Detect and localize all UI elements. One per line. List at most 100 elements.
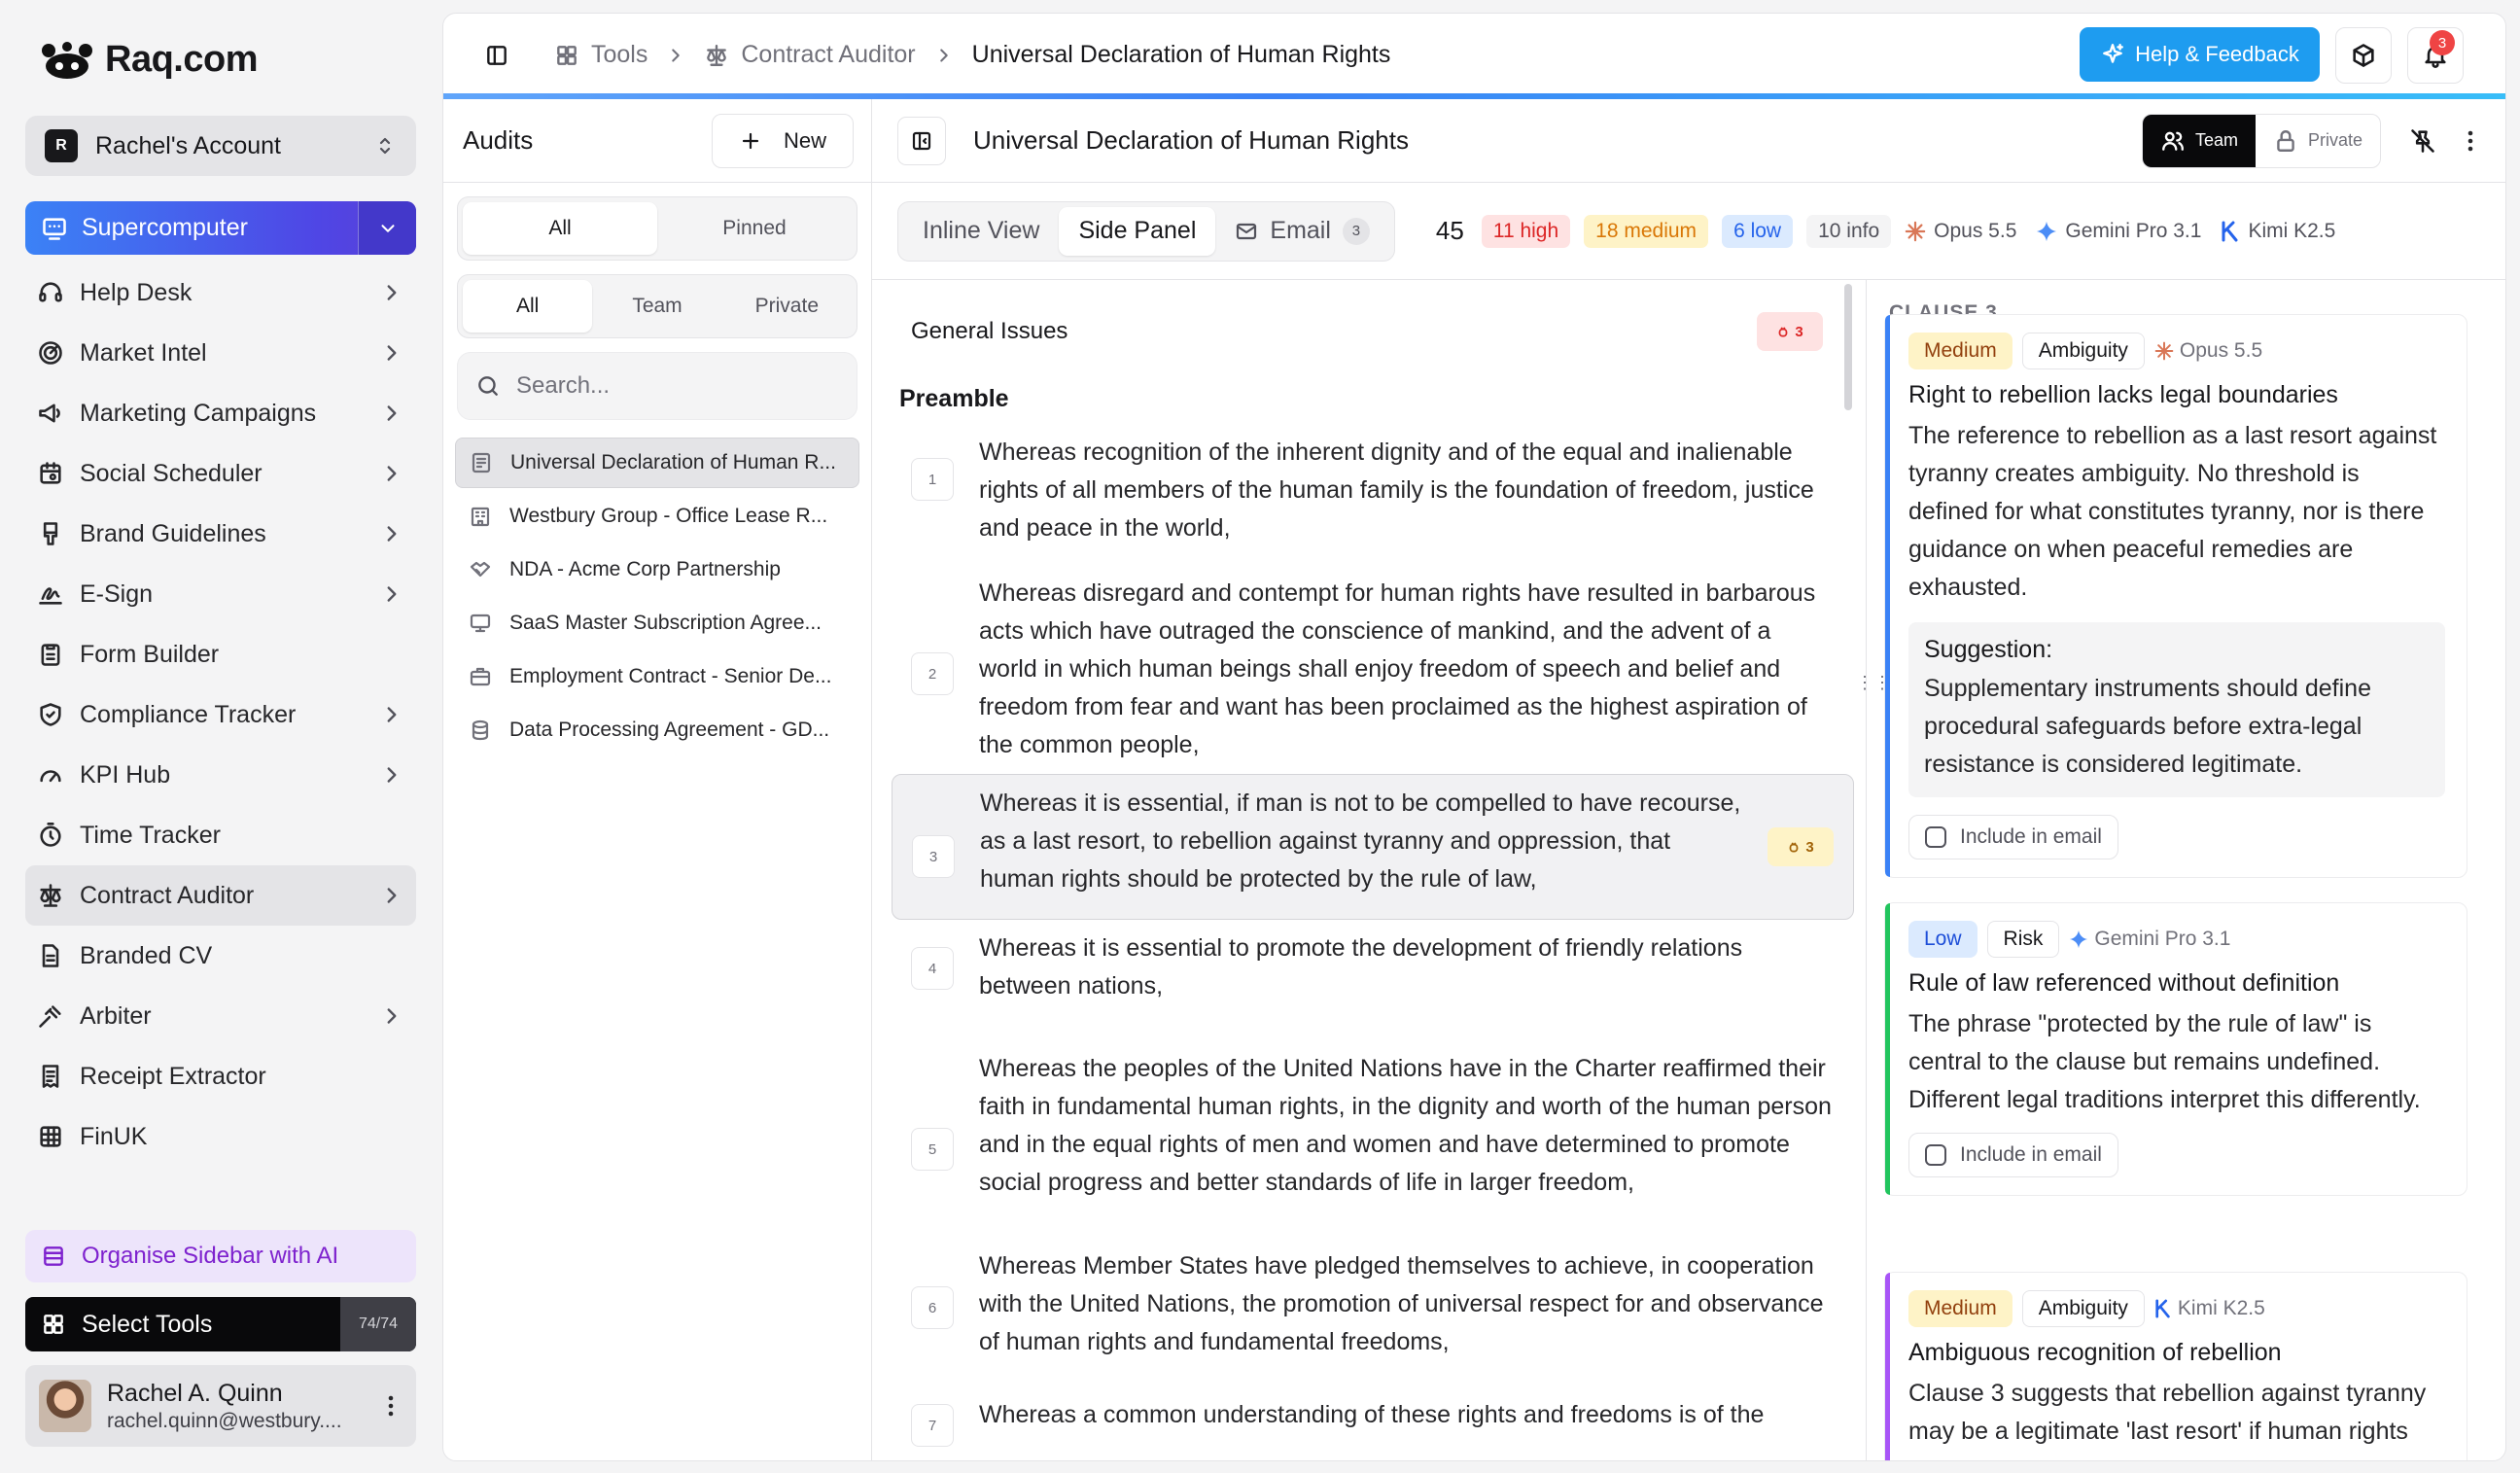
headset-icon [39, 282, 62, 302]
clause-row[interactable]: 5 Whereas the peoples of the United Natio… [892, 1040, 1854, 1211]
high-count[interactable]: 11 high [1481, 214, 1571, 248]
sidebar-item-help-desk[interactable]: Help Desk [25, 263, 416, 323]
clause-row[interactable]: 2 Whereas disregard and contempt for huma… [892, 565, 1854, 774]
sidebar-toggle-icon[interactable] [484, 43, 509, 68]
sidebar-item-market-intel[interactable]: Market Intel [25, 323, 416, 383]
sidebar-item-receipt-extractor[interactable]: Receipt Extractor [25, 1046, 416, 1106]
issue-model: Gemini Pro 3.1 [2069, 928, 2230, 951]
sidebar-item-label: Arbiter [80, 1001, 152, 1030]
clause-row[interactable]: 4 Whereas it is essential to promote the … [892, 920, 1854, 1015]
audit-list-item[interactable]: Data Processing Agreement - GD... [455, 705, 859, 755]
help-feedback-label: Help & Feedback [2135, 42, 2299, 66]
list-sparkle-icon [44, 1246, 63, 1266]
audit-list-item[interactable]: SaaS Master Subscription Agree... [455, 598, 859, 649]
severity-bar [1885, 1273, 1890, 1460]
tab-inline-view[interactable]: Inline View [903, 207, 1059, 256]
clause-scrollbar[interactable] [1844, 284, 1852, 410]
filter-pinned[interactable]: Pinned [657, 202, 852, 255]
sidebar-item-branded-cv[interactable]: Branded CV [25, 926, 416, 986]
notifications-button[interactable]: 3 [2407, 27, 2464, 84]
organise-sidebar-button[interactable]: Organise Sidebar with AI [25, 1230, 416, 1282]
select-tools-button[interactable]: Select Tools 74/74 [25, 1297, 416, 1351]
general-issues-badge[interactable]: 3 [1757, 312, 1823, 351]
collapse-panel-button[interactable] [897, 116, 946, 165]
filter-all[interactable]: All [463, 202, 657, 255]
users-icon [2162, 131, 2184, 151]
more-vertical-icon[interactable] [2459, 126, 2482, 156]
clause-row[interactable]: 1 Whereas recognition of the inherent dig… [892, 424, 1854, 557]
scale-icon [707, 44, 727, 66]
tab-email[interactable]: Email 3 [1215, 207, 1389, 256]
low-count[interactable]: 6 low [1722, 214, 1794, 248]
scope-team[interactable]: Team [592, 280, 721, 333]
breadcrumb-contract-auditor[interactable]: Contract Auditor [704, 41, 916, 69]
include-label: Include in email [1960, 825, 2102, 848]
cube-button[interactable] [2335, 27, 2392, 84]
breadcrumb-tools[interactable]: Tools [554, 41, 648, 69]
claude-burst-icon [2154, 341, 2174, 361]
include-checkbox[interactable] [1925, 1144, 1946, 1166]
sidebar-item-form-builder[interactable]: Form Builder [25, 624, 416, 684]
sidebar-item-time-tracker[interactable]: Time Tracker [25, 805, 416, 865]
chevron-right-icon [387, 767, 397, 783]
brand-logo[interactable]: Raq.com [37, 39, 258, 81]
help-feedback-button[interactable]: Help & Feedback [2080, 27, 2320, 82]
sidebar-item-kpi-hub[interactable]: KPI Hub [25, 745, 416, 805]
issue-card[interactable]: Medium Ambiguity Opus 5.5 Right to rebellio… [1884, 314, 2468, 878]
sidebar-item-arbiter[interactable]: Arbiter [25, 986, 416, 1046]
clause-row[interactable]: 6 Whereas Member States have pledged them… [892, 1238, 1854, 1371]
audit-list-item[interactable]: NDA - Acme Corp Partnership [455, 544, 859, 595]
audit-list-item[interactable]: Universal Declaration of Human R... [455, 438, 859, 488]
visibility-team[interactable]: Team [2142, 114, 2256, 167]
sidebar-item-e-sign[interactable]: E-Sign [25, 564, 416, 624]
gauge-icon [40, 770, 61, 783]
visibility-private[interactable]: Private [2256, 115, 2380, 167]
include-checkbox[interactable] [1925, 826, 1946, 848]
sidebar-item-brand-guidelines[interactable]: Brand Guidelines [25, 504, 416, 564]
sidebar-item-label: Receipt Extractor [80, 1062, 266, 1090]
include-in-email-toggle[interactable]: Include in email [1908, 1133, 2118, 1177]
clause-row[interactable]: 3 Whereas it is essential, if man is not … [892, 774, 1854, 920]
sidebar-item-social-scheduler[interactable]: Social Scheduler [25, 443, 416, 504]
audit-list-item[interactable]: Westbury Group - Office Lease R... [455, 491, 859, 542]
radar-icon [39, 341, 62, 365]
medium-count[interactable]: 18 medium [1584, 214, 1709, 248]
unpin-button[interactable] [2398, 117, 2447, 165]
issue-card[interactable]: Low Risk Gemini Pro 3.1 Rule of law referen… [1884, 902, 2468, 1196]
panel-left-icon [912, 131, 931, 150]
include-in-email-toggle[interactable]: Include in email [1908, 815, 2118, 859]
supercomputer-dropdown[interactable] [358, 201, 416, 255]
category-badge: Ambiguity [2021, 333, 2145, 369]
supercomputer-button[interactable]: Supercomputer [25, 201, 416, 255]
chat-monitor-icon [43, 217, 66, 240]
general-issues-row[interactable]: General Issues 3 [892, 303, 1842, 360]
new-audit-button[interactable]: New [712, 113, 854, 168]
audit-search-input[interactable]: Search... [457, 352, 858, 420]
info-count[interactable]: 10 info [1806, 214, 1892, 248]
more-vertical-icon[interactable] [379, 1391, 402, 1420]
issue-card[interactable]: Medium Ambiguity Kimi K2.5 Ambiguous recogn… [1884, 1272, 2468, 1460]
tab-side-panel[interactable]: Side Panel [1059, 206, 1216, 256]
model-gemini: Gemini Pro 3.1 [2036, 220, 2201, 243]
breadcrumb: Tools Contract Auditor Universal Declara… [554, 41, 1390, 69]
model-list: Opus 5.5 Gemini Pro 3.1 Kimi K2.5 [1905, 220, 2335, 243]
sidebar-item-finuk[interactable]: FinUK [25, 1106, 416, 1167]
doc-sign-icon [472, 452, 491, 473]
clause-issue-badge[interactable]: 3 [1768, 827, 1834, 866]
brand-name: Raq.com [105, 39, 258, 80]
scope-all[interactable]: All [463, 280, 593, 333]
clause-list[interactable]: General Issues 3 Preamble 1 Whereas recog… [872, 280, 1855, 1460]
scope-private[interactable]: Private [722, 280, 852, 333]
audit-list-item[interactable]: Employment Contract - Senior De... [455, 651, 859, 702]
account-switcher[interactable]: R Rachel's Account [25, 116, 416, 176]
audit-item-label: Westbury Group - Office Lease R... [509, 505, 828, 527]
sidebar-item-compliance-tracker[interactable]: Compliance Tracker [25, 684, 416, 745]
mail-icon [1237, 223, 1257, 239]
handshake-icon [470, 561, 491, 578]
user-profile[interactable]: Rachel A. Quinn rachel.quinn@westbury...… [25, 1365, 416, 1447]
clause-row[interactable]: 7 Whereas a common understanding of these… [892, 1386, 1854, 1456]
sidebar-item-contract-auditor[interactable]: Contract Auditor [25, 865, 416, 926]
sidebar-item-marketing-campaigns[interactable]: Marketing Campaigns [25, 383, 416, 443]
grid-icon [44, 1315, 63, 1334]
chevron-right-icon [387, 707, 397, 722]
